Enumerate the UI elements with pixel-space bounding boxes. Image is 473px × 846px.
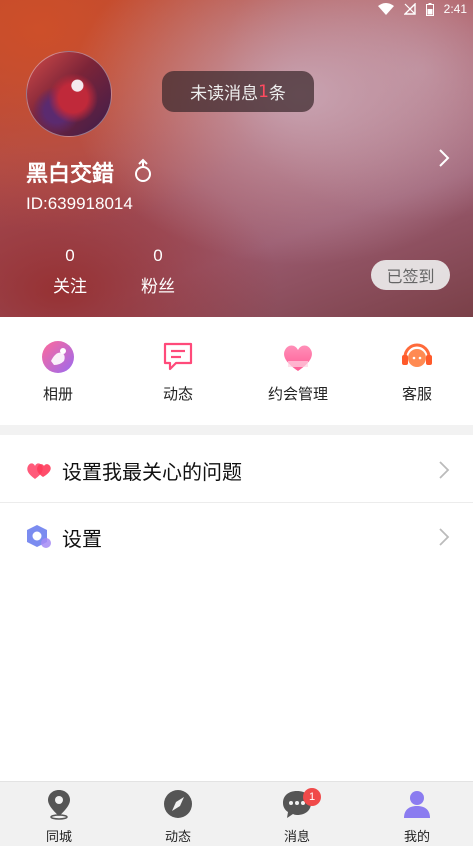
male-gender-icon <box>135 158 151 182</box>
unread-prefix: 未读消息 <box>190 84 259 104</box>
settings-hex-icon <box>27 525 51 548</box>
nav-item-me[interactable]: 我的 <box>377 788 457 845</box>
unread-count: 1 <box>258 81 269 102</box>
nav-label: 我的 <box>403 830 430 845</box>
shortcut-customer-service[interactable]: 客服 <box>372 339 462 404</box>
shortcut-label: 相册 <box>42 385 73 403</box>
shortcut-date-manage[interactable]: 约会管理 <box>253 339 343 404</box>
menu-item-settings[interactable]: 设置 <box>0 503 473 569</box>
compass-icon <box>164 790 192 818</box>
following-stat[interactable]: 0 关注 <box>40 246 100 297</box>
location-pin-icon <box>48 790 70 820</box>
shortcut-album[interactable]: 相册 <box>13 339 103 404</box>
menu-item-care-questions[interactable]: 设置我最关心的问题 <box>0 436 473 502</box>
customer-service-icon <box>402 343 432 367</box>
following-label: 关注 <box>53 277 87 297</box>
no-signal-icon <box>403 3 416 15</box>
user-id: ID:639918014 <box>26 194 133 213</box>
menu-label: 设置我最关心的问题 <box>62 460 242 484</box>
hearts-icon <box>27 463 51 479</box>
nav-label: 动态 <box>164 830 191 845</box>
unread-suffix: 条 <box>268 84 286 104</box>
chevron-right-icon <box>439 528 450 546</box>
avatar[interactable] <box>26 51 112 137</box>
nav-label: 同城 <box>45 830 72 845</box>
battery-icon <box>425 2 434 16</box>
album-icon <box>42 341 74 373</box>
shortcut-label: 客服 <box>401 385 432 403</box>
user-icon <box>404 791 430 818</box>
section-divider <box>0 425 473 435</box>
shortcut-feed[interactable]: 动态 <box>133 339 223 404</box>
shortcut-label: 约会管理 <box>267 385 328 403</box>
status-bar: 2:41 <box>0 0 473 20</box>
profile-header: 2:41 未读消息 1 条 黑白交錯 ID:639918014 0 关注 0 粉丝 … <box>0 0 473 317</box>
fans-count: 0 <box>153 246 163 265</box>
menu-label: 设置 <box>62 527 102 551</box>
bottom-nav: 同城 动态 1 消息 我的 <box>0 781 473 846</box>
shortcut-row: 相册 动态 约会管理 客服 <box>0 317 473 425</box>
unread-badge: 1 <box>303 788 321 806</box>
chevron-right-icon[interactable] <box>436 147 452 169</box>
nav-item-messages[interactable]: 1 消息 <box>257 788 337 845</box>
nav-label: 消息 <box>283 830 310 845</box>
fans-stat[interactable]: 0 粉丝 <box>128 246 188 297</box>
date-heart-icon <box>284 345 312 371</box>
feed-icon <box>163 342 193 371</box>
signin-button[interactable]: 已签到 <box>371 260 450 290</box>
username: 黑白交錯 <box>26 162 115 187</box>
chevron-right-icon <box>439 461 450 479</box>
following-count: 0 <box>65 246 75 265</box>
shortcut-label: 动态 <box>162 385 193 403</box>
nav-item-nearby[interactable]: 同城 <box>19 788 99 845</box>
nav-item-feed[interactable]: 动态 <box>138 788 218 845</box>
status-time: 2:41 <box>443 2 467 16</box>
wifi-icon <box>377 3 394 15</box>
fans-label: 粉丝 <box>141 277 175 297</box>
unread-messages-pill[interactable]: 未读消息 1 条 <box>162 71 314 112</box>
